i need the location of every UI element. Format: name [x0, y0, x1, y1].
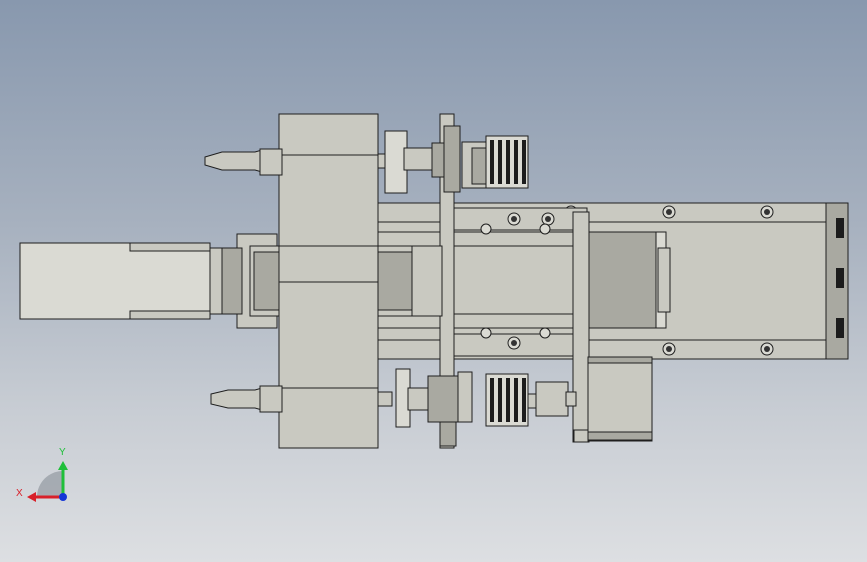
triad-y-label: Y [59, 447, 66, 458]
coordinate-triad: Y X [16, 447, 68, 502]
drive-motor [19, 233, 278, 329]
cad-model-drawing: Y X [16, 113, 849, 502]
cad-viewport[interactable]: Y X [0, 0, 867, 562]
lower-timing-pulley [485, 373, 577, 427]
gearbox-block [278, 113, 379, 449]
upper-timing-pulley [461, 135, 529, 189]
triad-x-label: X [16, 488, 23, 499]
